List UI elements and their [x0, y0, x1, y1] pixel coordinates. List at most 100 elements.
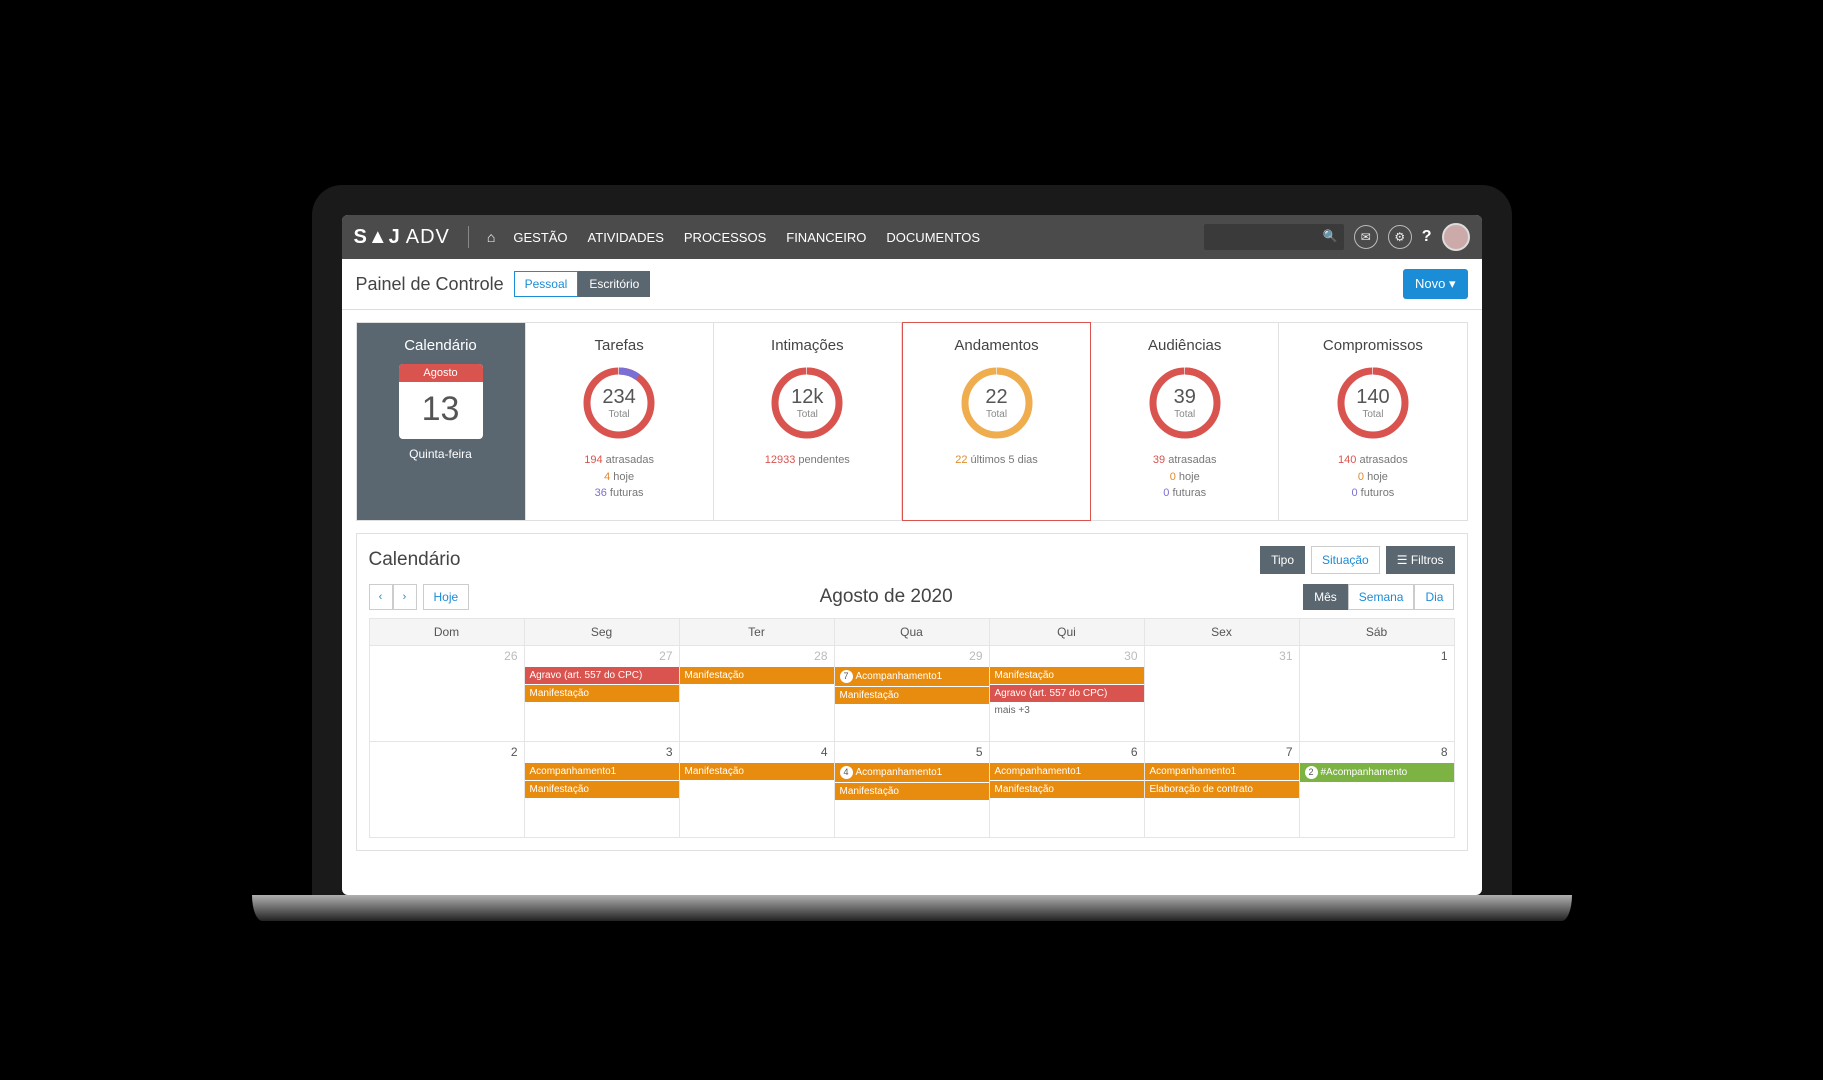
prev-month-button[interactable]: ‹	[369, 584, 393, 610]
calendar-toolbar: ‹ › Hoje Agosto de 2020 Mês Semana Dia	[369, 584, 1455, 610]
btn-filtros[interactable]: ☰ Filtros	[1386, 546, 1455, 574]
card-title: Intimações	[720, 337, 895, 354]
calendar-day-cell[interactable]: 2	[369, 741, 524, 837]
day-number: 5	[835, 742, 989, 762]
calendar-event[interactable]: Manifestação	[525, 781, 679, 798]
nav-link-financeiro[interactable]: FINANCEIRO	[786, 230, 866, 245]
calendar-event[interactable]: Manifestação	[680, 763, 834, 780]
minical-day: 13	[399, 382, 483, 439]
mail-icon[interactable]: ✉	[1354, 225, 1378, 249]
nav-link-documentos[interactable]: DOCUMENTOS	[886, 230, 980, 245]
view-day-button[interactable]: Dia	[1414, 584, 1454, 610]
card-title: Audiências	[1097, 337, 1272, 354]
metric-card-audiências[interactable]: Audiências 39Total 39 atrasadas0 hoje0 f…	[1091, 322, 1279, 521]
calendar-event[interactable]: Agravo (art. 557 do CPC)	[990, 685, 1144, 702]
event-badge: 7	[840, 670, 853, 683]
calendar-day-cell[interactable]: 297Acompanhamento1Manifestação	[834, 645, 989, 741]
donut-label: Total	[609, 409, 630, 420]
calendar-event[interactable]: Agravo (art. 557 do CPC)	[525, 667, 679, 684]
btn-situacao[interactable]: Situação	[1311, 546, 1380, 574]
calendar-grid: DomSegTerQuaQuiSexSáb 2627Agravo (art. 5…	[369, 618, 1455, 838]
more-events-link[interactable]: mais +3	[990, 703, 1144, 718]
day-number: 26	[370, 646, 524, 666]
calendar-event[interactable]: 7Acompanhamento1	[835, 667, 989, 686]
nav-links: GESTÃO ATIVIDADES PROCESSOS FINANCEIRO DOCUM…	[513, 230, 980, 245]
day-number: 2	[370, 742, 524, 762]
calendar-event[interactable]: Acompanhamento1	[990, 763, 1144, 780]
calendar-minicard[interactable]: Calendário Agosto 13 Quinta-feira	[356, 322, 526, 521]
metric-card-andamentos[interactable]: Andamentos 22Total 22 últimos 5 dias	[902, 322, 1091, 521]
logo-text-1: S▲J	[354, 226, 401, 249]
logo-text-2: ADV	[406, 226, 450, 249]
metric-cards: Calendário Agosto 13 Quinta-feira Tarefa…	[342, 310, 1482, 533]
dow-header: Qui	[989, 618, 1144, 645]
month-title: Agosto de 2020	[820, 586, 953, 608]
calendar-day-cell[interactable]: 28Manifestação	[679, 645, 834, 741]
stat-line: 140 atrasados	[1285, 452, 1460, 469]
calendar-day-cell[interactable]: 6Acompanhamento1Manifestação	[989, 741, 1144, 837]
home-icon[interactable]: ⌂	[487, 229, 495, 245]
calendar-day-cell[interactable]: 27Agravo (art. 557 do CPC)Manifestação	[524, 645, 679, 741]
nav-link-processos[interactable]: PROCESSOS	[684, 230, 766, 245]
next-month-button[interactable]: ›	[393, 584, 417, 610]
calendar-day-cell[interactable]: 30ManifestaçãoAgravo (art. 557 do CPC)ma…	[989, 645, 1144, 741]
nav-link-gestão[interactable]: GESTÃO	[513, 230, 567, 245]
event-badge: 4	[840, 766, 853, 779]
metric-card-intimações[interactable]: Intimações 12kTotal 12933 pendentes	[714, 322, 902, 521]
calendar-header: Calendário Tipo Situação ☰ Filtros	[369, 546, 1455, 574]
stat-line: 22 últimos 5 dias	[909, 452, 1084, 469]
calendar-day-cell[interactable]: 4Manifestação	[679, 741, 834, 837]
gear-icon[interactable]: ⚙	[1388, 225, 1412, 249]
tab-escritorio[interactable]: Escritório	[578, 271, 650, 297]
calendar-event[interactable]: Manifestação	[835, 783, 989, 800]
calendar-event[interactable]: Manifestação	[525, 685, 679, 702]
donut-label: Total	[797, 409, 818, 420]
tab-pessoal[interactable]: Pessoal	[514, 271, 579, 297]
help-icon[interactable]: ?	[1422, 228, 1432, 246]
day-number: 29	[835, 646, 989, 666]
day-number: 7	[1145, 742, 1299, 762]
calendar-event[interactable]: Manifestação	[680, 667, 834, 684]
calendar-event[interactable]: Manifestação	[990, 781, 1144, 798]
dow-header: Ter	[679, 618, 834, 645]
calendar-day-cell[interactable]: 26	[369, 645, 524, 741]
novo-button[interactable]: Novo ▾	[1403, 269, 1468, 299]
donut-label: Total	[1174, 409, 1195, 420]
calendar-day-cell[interactable]: 31	[1144, 645, 1299, 741]
top-navbar: S▲J ADV ⌂ GESTÃO ATIVIDADES PROCESSOS FINAN…	[342, 215, 1482, 259]
calendar-event[interactable]: Manifestação	[990, 667, 1144, 684]
calendar-event[interactable]: Acompanhamento1	[1145, 763, 1299, 780]
day-number: 3	[525, 742, 679, 762]
calendar-day-cell[interactable]: 1	[1299, 645, 1454, 741]
stat-line: 0 futuros	[1285, 485, 1460, 502]
calendar-day-cell[interactable]: 3Acompanhamento1Manifestação	[524, 741, 679, 837]
stat-line: 12933 pendentes	[720, 452, 895, 469]
calendar-event[interactable]: 2#Acompanhamento	[1300, 763, 1454, 782]
metric-card-tarefas[interactable]: Tarefas 234Total 194 atrasadas4 hoje36 f…	[526, 322, 714, 521]
metric-card-compromissos[interactable]: Compromissos 140Total 140 atrasados0 hoj…	[1279, 322, 1467, 521]
calendar-week: 2627Agravo (art. 557 do CPC)Manifestação…	[369, 645, 1454, 741]
stat-line: 0 futuras	[1097, 485, 1272, 502]
donut-chart: 140Total	[1334, 364, 1412, 442]
view-month-button[interactable]: Mês	[1303, 584, 1348, 610]
calendar-event[interactable]: Elaboração de contrato	[1145, 781, 1299, 798]
calendar-event[interactable]: 4Acompanhamento1	[835, 763, 989, 782]
calendar-day-cell[interactable]: 82#Acompanhamento	[1299, 741, 1454, 837]
nav-link-atividades[interactable]: ATIVIDADES	[588, 230, 664, 245]
calendar-dow-row: DomSegTerQuaQuiSexSáb	[369, 618, 1454, 645]
search-icon[interactable]: 🔍	[1323, 229, 1338, 243]
day-number: 6	[990, 742, 1144, 762]
calendar-event[interactable]: Manifestação	[835, 687, 989, 704]
nav-divider	[468, 226, 469, 248]
stat-line: 194 atrasadas	[532, 452, 707, 469]
calendar-day-cell[interactable]: 54Acompanhamento1Manifestação	[834, 741, 989, 837]
calendar-day-cell[interactable]: 7Acompanhamento1Elaboração de contrato	[1144, 741, 1299, 837]
avatar[interactable]	[1442, 223, 1470, 251]
btn-tipo[interactable]: Tipo	[1260, 546, 1305, 574]
day-number: 28	[680, 646, 834, 666]
today-button[interactable]: Hoje	[423, 584, 470, 610]
minical-month: Agosto	[399, 364, 483, 382]
donut-label: Total	[986, 409, 1007, 420]
view-week-button[interactable]: Semana	[1348, 584, 1415, 610]
calendar-event[interactable]: Acompanhamento1	[525, 763, 679, 780]
